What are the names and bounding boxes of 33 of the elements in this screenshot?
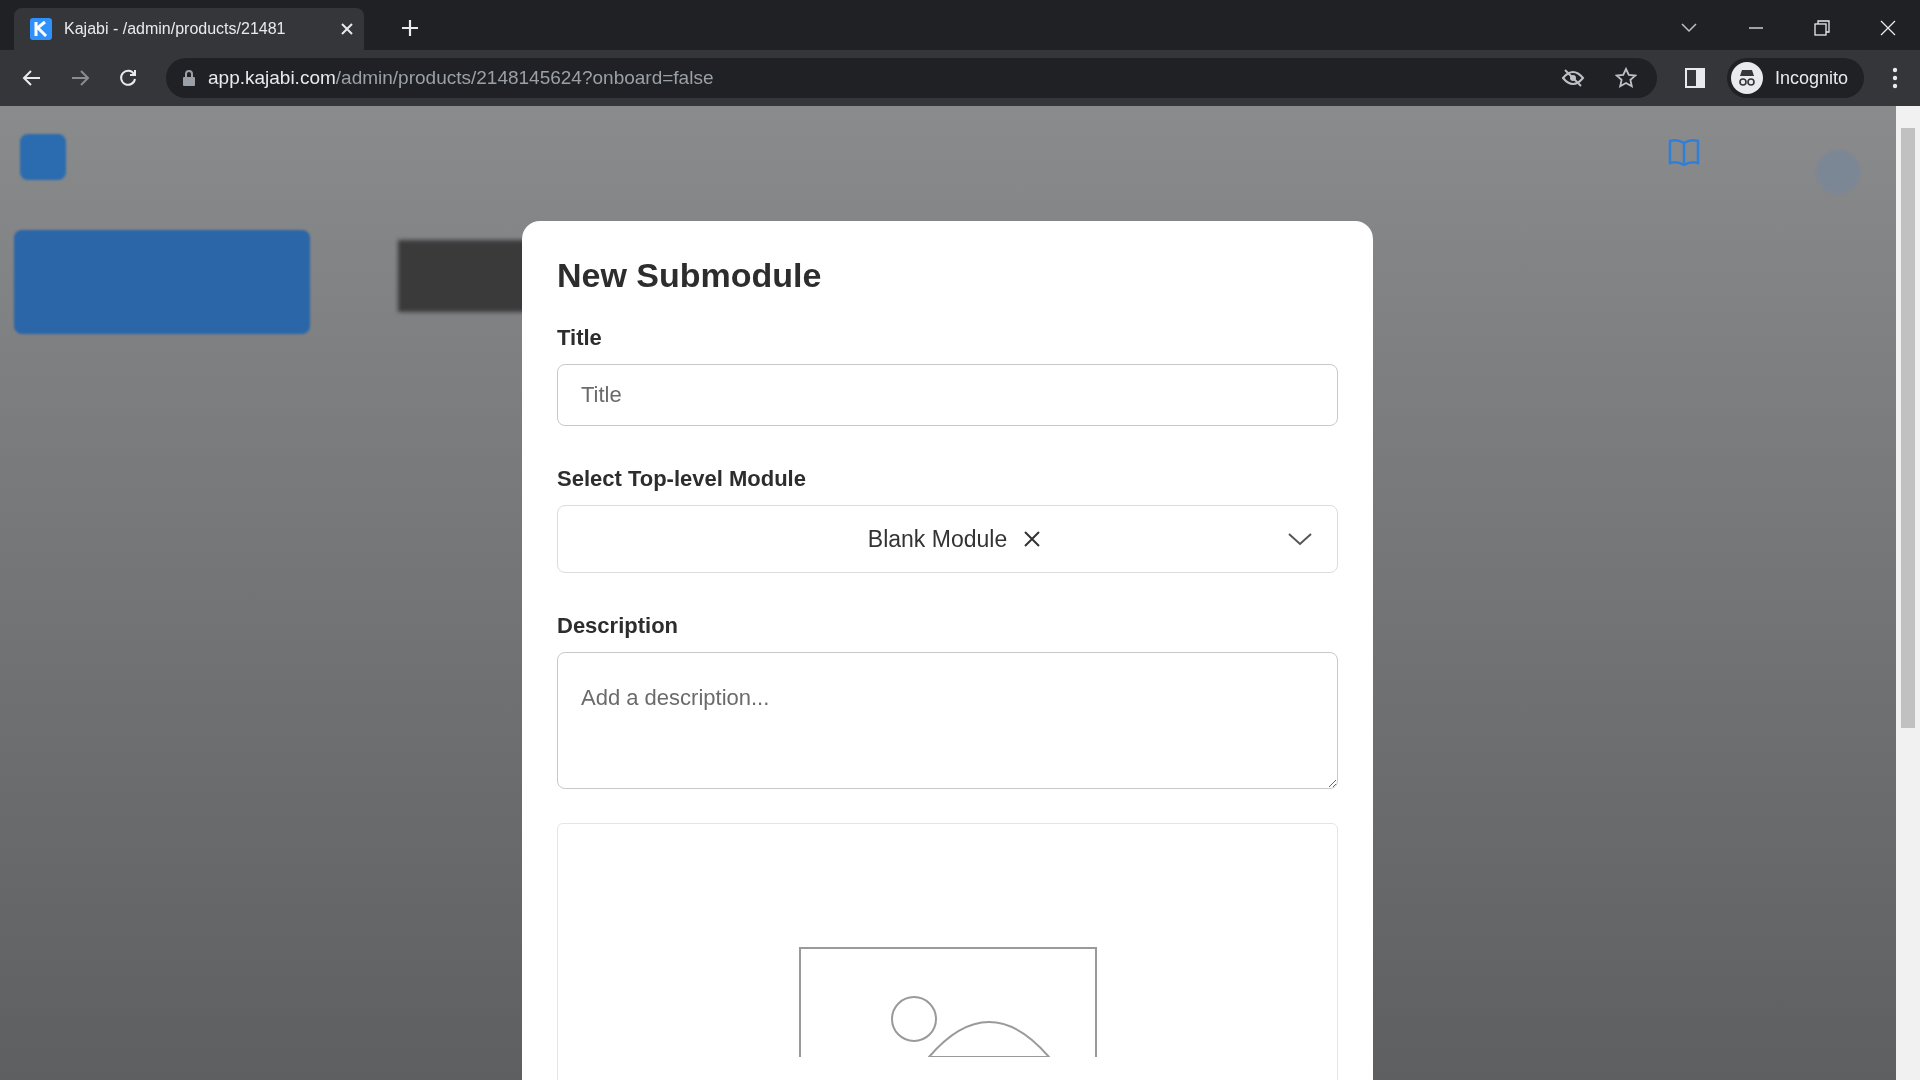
sidebar-logo-tile xyxy=(20,134,66,180)
menu-icon[interactable] xyxy=(1892,67,1898,89)
module-select[interactable]: Blank Module xyxy=(557,505,1338,573)
close-icon[interactable] xyxy=(340,22,354,36)
field-label: Title xyxy=(557,324,603,352)
star-icon[interactable] xyxy=(1614,67,1637,89)
field-label: Select Top-level Module xyxy=(557,465,807,493)
back-icon[interactable] xyxy=(22,68,42,88)
browser-tab[interactable]: Kajabi - /admin/products/21481 xyxy=(14,8,364,50)
scrollbar-thumb[interactable] xyxy=(1901,128,1915,728)
title-input[interactable]: Title xyxy=(557,364,1338,426)
forward-icon xyxy=(70,68,90,88)
kajabi-logo-icon xyxy=(30,18,52,40)
chevron-down-icon[interactable] xyxy=(1287,532,1313,546)
tab-title: Kajabi - /admin/products/21481 xyxy=(64,19,287,39)
incognito-icon xyxy=(1730,62,1763,94)
field-label: Description xyxy=(557,612,680,640)
restore-icon[interactable] xyxy=(1814,20,1830,36)
lock-icon xyxy=(182,70,196,86)
url-text: app.kajabi.com/admin/products/2148145624?onboard=false xyxy=(208,65,714,90)
profile-label: Incognito xyxy=(1774,66,1848,90)
incognito-button[interactable]: Incognito xyxy=(1726,58,1864,98)
description-textarea[interactable]: Add a description... xyxy=(557,652,1338,789)
selected-module-tag: Blank Module xyxy=(867,521,1008,557)
close-icon[interactable] xyxy=(1880,20,1896,36)
modal-title: New Submodule xyxy=(557,255,823,296)
reload-icon[interactable] xyxy=(118,68,138,88)
new-tab-icon[interactable] xyxy=(400,18,420,38)
tab-search-icon[interactable] xyxy=(1680,22,1698,34)
clear-icon[interactable] xyxy=(1023,530,1042,548)
address-bar[interactable]: app.kajabi.com/admin/products/2148145624?onboard=false xyxy=(166,58,1657,98)
side-panel-icon[interactable] xyxy=(1684,68,1705,88)
eye-slash-icon[interactable] xyxy=(1560,68,1585,88)
